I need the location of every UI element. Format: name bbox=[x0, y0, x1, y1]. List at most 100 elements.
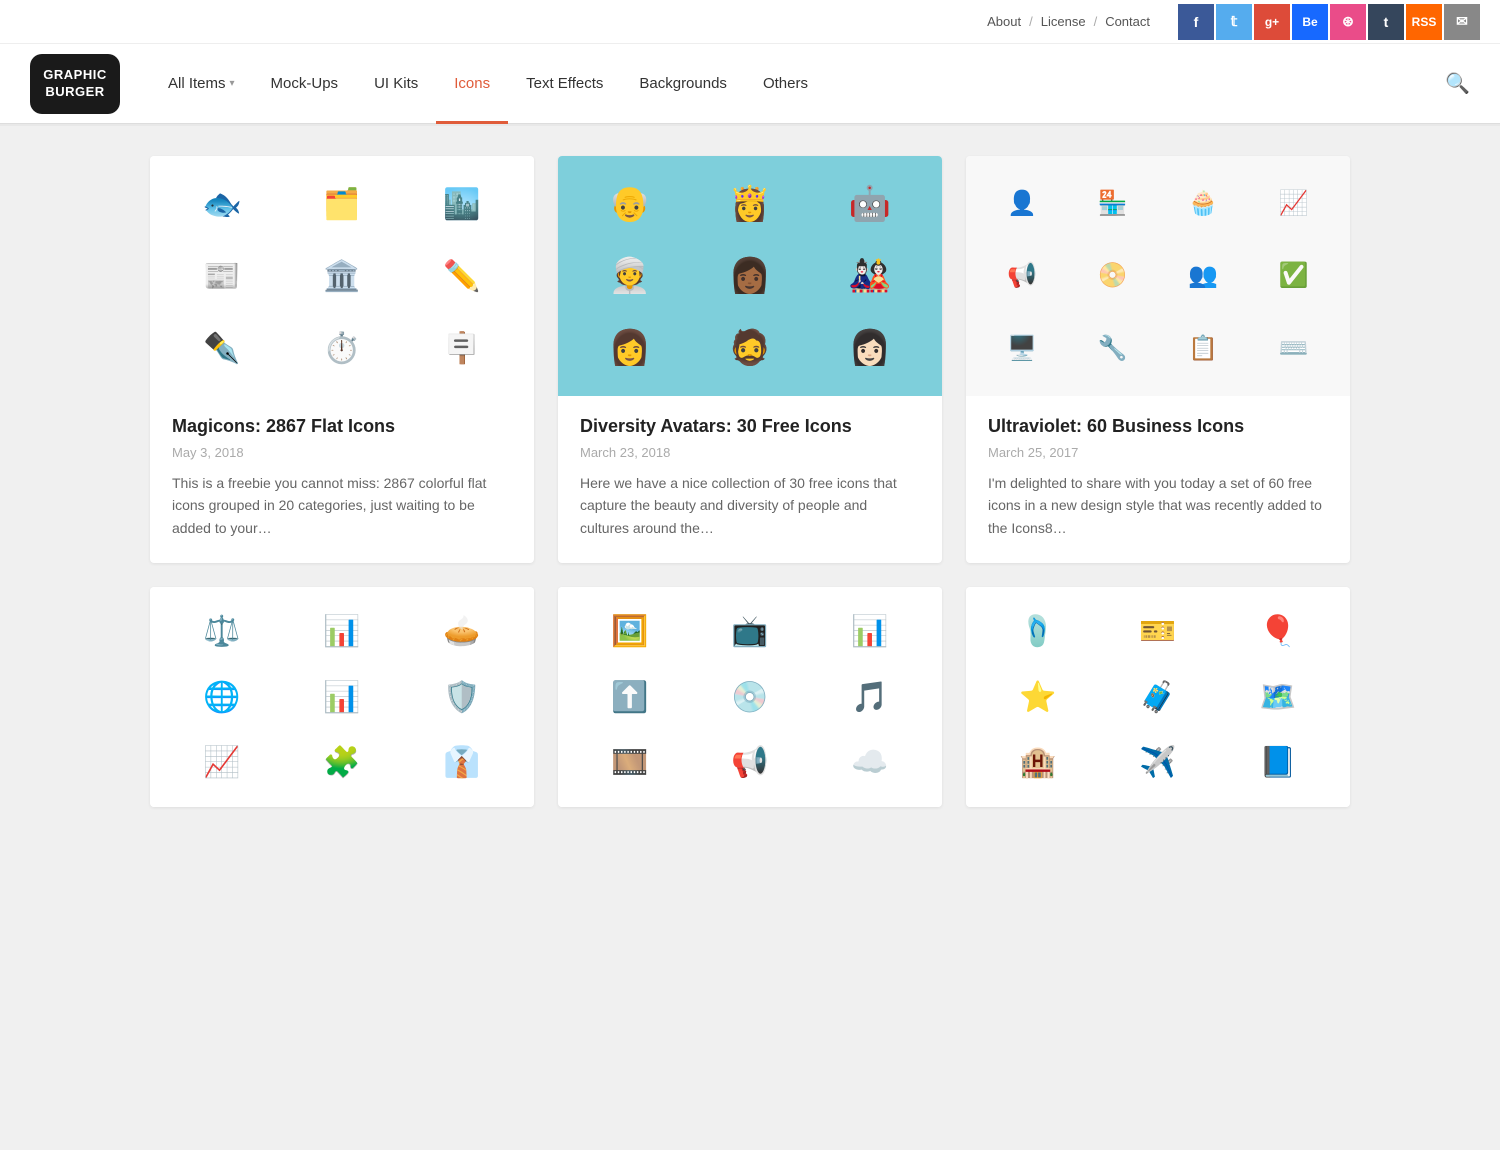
icon-folders: 🗂️ bbox=[284, 170, 400, 238]
icon-disc: 💿 bbox=[692, 667, 808, 728]
icon-newspaper: 📰 bbox=[164, 242, 280, 310]
icon-building: 🏙️ bbox=[404, 170, 520, 238]
card-magicons-image: 🐟 🗂️ 🏙️ 📰 🏛️ ✏️ ✒️ ⏱️ 🪧 bbox=[150, 156, 534, 396]
icon-hotel-stars: ⭐ bbox=[980, 667, 1096, 728]
icon-globe: 🌐 bbox=[164, 667, 280, 728]
icon-cloud: ☁️ bbox=[812, 732, 928, 793]
icon-clipboard: ✅ bbox=[1250, 241, 1339, 312]
icon-film: 🎞️ bbox=[572, 732, 688, 793]
icon-flipflops: 🩴 bbox=[980, 601, 1096, 662]
icon-turban: 👳 bbox=[572, 242, 688, 310]
icon-bank: 🏛️ bbox=[284, 242, 400, 310]
main-nav: All Items ▾ Mock-Ups UI Kits Icons Text … bbox=[150, 44, 1470, 124]
rss-icon[interactable]: RSS bbox=[1406, 4, 1442, 40]
nav-all-items[interactable]: All Items ▾ bbox=[150, 44, 253, 124]
card-magicons-body: Magicons: 2867 Flat Icons May 3, 2018 Th… bbox=[150, 396, 534, 563]
icon-grid-media: 🖼️ 📺 📊 ⬆️ 💿 🎵 🎞️ 📢 ☁️ bbox=[558, 587, 942, 807]
gplus-icon[interactable]: g+ bbox=[1254, 4, 1290, 40]
card-travel-image: 🩴 🎫 🎈 ⭐ 🧳 🗺️ 🏨 ✈️ 📘 bbox=[966, 587, 1350, 807]
twitter-icon[interactable]: 𝕥 bbox=[1216, 4, 1252, 40]
dribbble-icon[interactable]: ⊛ bbox=[1330, 4, 1366, 40]
card-diversity-title: Diversity Avatars: 30 Free Icons bbox=[580, 416, 920, 437]
icon-map: 🗺️ bbox=[1220, 667, 1336, 728]
card-magicons-date: May 3, 2018 bbox=[172, 445, 512, 460]
top-bar: About / License / Contact f 𝕥 g+ Be ⊛ t … bbox=[0, 0, 1500, 44]
facebook-icon[interactable]: f bbox=[1178, 4, 1214, 40]
card-travel[interactable]: 🩴 🎫 🎈 ⭐ 🧳 🗺️ 🏨 ✈️ 📘 bbox=[966, 587, 1350, 807]
card-magicons[interactable]: 🐟 🗂️ 🏙️ 📰 🏛️ ✏️ ✒️ ⏱️ 🪧 Magicons: 2867 F… bbox=[150, 156, 534, 563]
card-diversity-desc: Here we have a nice collection of 30 fre… bbox=[580, 472, 920, 539]
nav-mockups[interactable]: Mock-Ups bbox=[253, 44, 357, 124]
icon-grid-diversity: 👴 👸 🤖 👳 👩🏾 🎎 👩 🧔 👩🏻 bbox=[558, 156, 942, 396]
icon-balloon: 🎈 bbox=[1220, 601, 1336, 662]
icon-chart-up: 📈 bbox=[1250, 168, 1339, 239]
card-business2-image: ⚖️ 📊 🥧 🌐 📊 🛡️ 📈 🧩 👔 bbox=[150, 587, 534, 807]
icon-cake: 🧁 bbox=[1159, 168, 1248, 239]
icon-shield: 🛡️ bbox=[404, 667, 520, 728]
icon-typewriter: ⌨️ bbox=[1250, 313, 1339, 384]
nav-ui-kits[interactable]: UI Kits bbox=[356, 44, 436, 124]
card-ultraviolet[interactable]: 👤 🏪 🧁 📈 📢 📀 👥 ✅ 🖥️ 🔧 📋 ⌨️ Ultraviolet: 6… bbox=[966, 156, 1350, 563]
icon-tv: 📺 bbox=[692, 601, 808, 662]
icon-speaker: 📢 bbox=[692, 732, 808, 793]
card-media[interactable]: 🖼️ 📺 📊 ⬆️ 💿 🎵 🎞️ 📢 ☁️ bbox=[558, 587, 942, 807]
icon-music-box: 🎵 bbox=[812, 667, 928, 728]
icon-grid-magicons: 🐟 🗂️ 🏙️ 📰 🏛️ ✏️ ✒️ ⏱️ 🪧 bbox=[150, 156, 534, 396]
tumblr-icon[interactable]: t bbox=[1368, 4, 1404, 40]
icon-balance: ⚖️ bbox=[164, 601, 280, 662]
cards-grid: 🐟 🗂️ 🏙️ 📰 🏛️ ✏️ ✒️ ⏱️ 🪧 Magicons: 2867 F… bbox=[150, 156, 1350, 807]
icon-piechart: 🥧 bbox=[404, 601, 520, 662]
behance-icon[interactable]: Be bbox=[1292, 4, 1328, 40]
nav-backgrounds[interactable]: Backgrounds bbox=[621, 44, 745, 124]
email-icon[interactable]: ✉ bbox=[1444, 4, 1480, 40]
icon-pencil: ✏️ bbox=[404, 242, 520, 310]
social-icons: f 𝕥 g+ Be ⊛ t RSS ✉ bbox=[1178, 4, 1480, 40]
icon-clock: ⏱️ bbox=[284, 314, 400, 382]
card-diversity[interactable]: 👴 👸 🤖 👳 👩🏾 🎎 👩 🧔 👩🏻 Diversity Avatars: 3… bbox=[558, 156, 942, 563]
icon-princess: 👸 bbox=[692, 170, 808, 238]
icon-team: 👥 bbox=[1159, 241, 1248, 312]
card-magicons-title: Magicons: 2867 Flat Icons bbox=[172, 416, 512, 437]
icon-puzzle: 🧩 bbox=[284, 732, 400, 793]
logo[interactable]: GRAPHIC BURGER bbox=[30, 54, 120, 114]
icon-motel: 🏨 bbox=[980, 732, 1096, 793]
contact-link[interactable]: Contact bbox=[1097, 14, 1158, 29]
about-link[interactable]: About bbox=[979, 14, 1029, 29]
card-media-image: 🖼️ 📺 📊 ⬆️ 💿 🎵 🎞️ 📢 ☁️ bbox=[558, 587, 942, 807]
icon-pencilcase: ✒️ bbox=[164, 314, 280, 382]
nav-icons[interactable]: Icons bbox=[436, 44, 508, 124]
icon-beard: 🧔 bbox=[692, 314, 808, 382]
top-bar-links: About / License / Contact bbox=[979, 14, 1158, 29]
license-link[interactable]: License bbox=[1033, 14, 1094, 29]
icon-megaphone: 📢 bbox=[978, 241, 1067, 312]
icon-fish: 🐟 bbox=[164, 170, 280, 238]
icon-suitcase: 🧳 bbox=[1100, 667, 1216, 728]
icon-woman-dark: 👩🏾 bbox=[692, 242, 808, 310]
nav-text-effects[interactable]: Text Effects bbox=[508, 44, 621, 124]
icon-support: 👤 bbox=[978, 168, 1067, 239]
icon-pie: 📀 bbox=[1069, 241, 1158, 312]
card-ultraviolet-body: Ultraviolet: 60 Business Icons March 25,… bbox=[966, 396, 1350, 563]
card-ultraviolet-title: Ultraviolet: 60 Business Icons bbox=[988, 416, 1328, 437]
icon-wrench: 🔧 bbox=[1069, 313, 1158, 384]
main-content: 🐟 🗂️ 🏙️ 📰 🏛️ ✏️ ✒️ ⏱️ 🪧 Magicons: 2867 F… bbox=[130, 156, 1370, 807]
icon-woman-light: 👩🏻 bbox=[812, 314, 928, 382]
icon-presentation: 📊 bbox=[284, 667, 400, 728]
icon-store: 🏪 bbox=[1069, 168, 1158, 239]
card-ultraviolet-desc: I'm delighted to share with you today a … bbox=[988, 472, 1328, 539]
icon-passport: 📘 bbox=[1220, 732, 1336, 793]
icon-grid-business2: ⚖️ 📊 🥧 🌐 📊 🛡️ 📈 🧩 👔 bbox=[150, 587, 534, 807]
icon-woman-bun: 👩 bbox=[572, 314, 688, 382]
icon-table: 📊 bbox=[284, 601, 400, 662]
card-business2[interactable]: ⚖️ 📊 🥧 🌐 📊 🛡️ 📈 🧩 👔 bbox=[150, 587, 534, 807]
icon-bars: 📊 bbox=[812, 601, 928, 662]
nav-others[interactable]: Others bbox=[745, 44, 826, 124]
icon-robot: 🤖 bbox=[812, 170, 928, 238]
all-items-arrow: ▾ bbox=[230, 78, 235, 89]
icon-person-chart: 👔 bbox=[404, 732, 520, 793]
icon-plane: ✈️ bbox=[1100, 732, 1216, 793]
card-diversity-date: March 23, 2018 bbox=[580, 445, 920, 460]
search-icon[interactable]: 🔍 bbox=[1445, 71, 1470, 96]
icon-area-chart: 📈 bbox=[164, 732, 280, 793]
icon-desktop: 🖥️ bbox=[978, 313, 1067, 384]
